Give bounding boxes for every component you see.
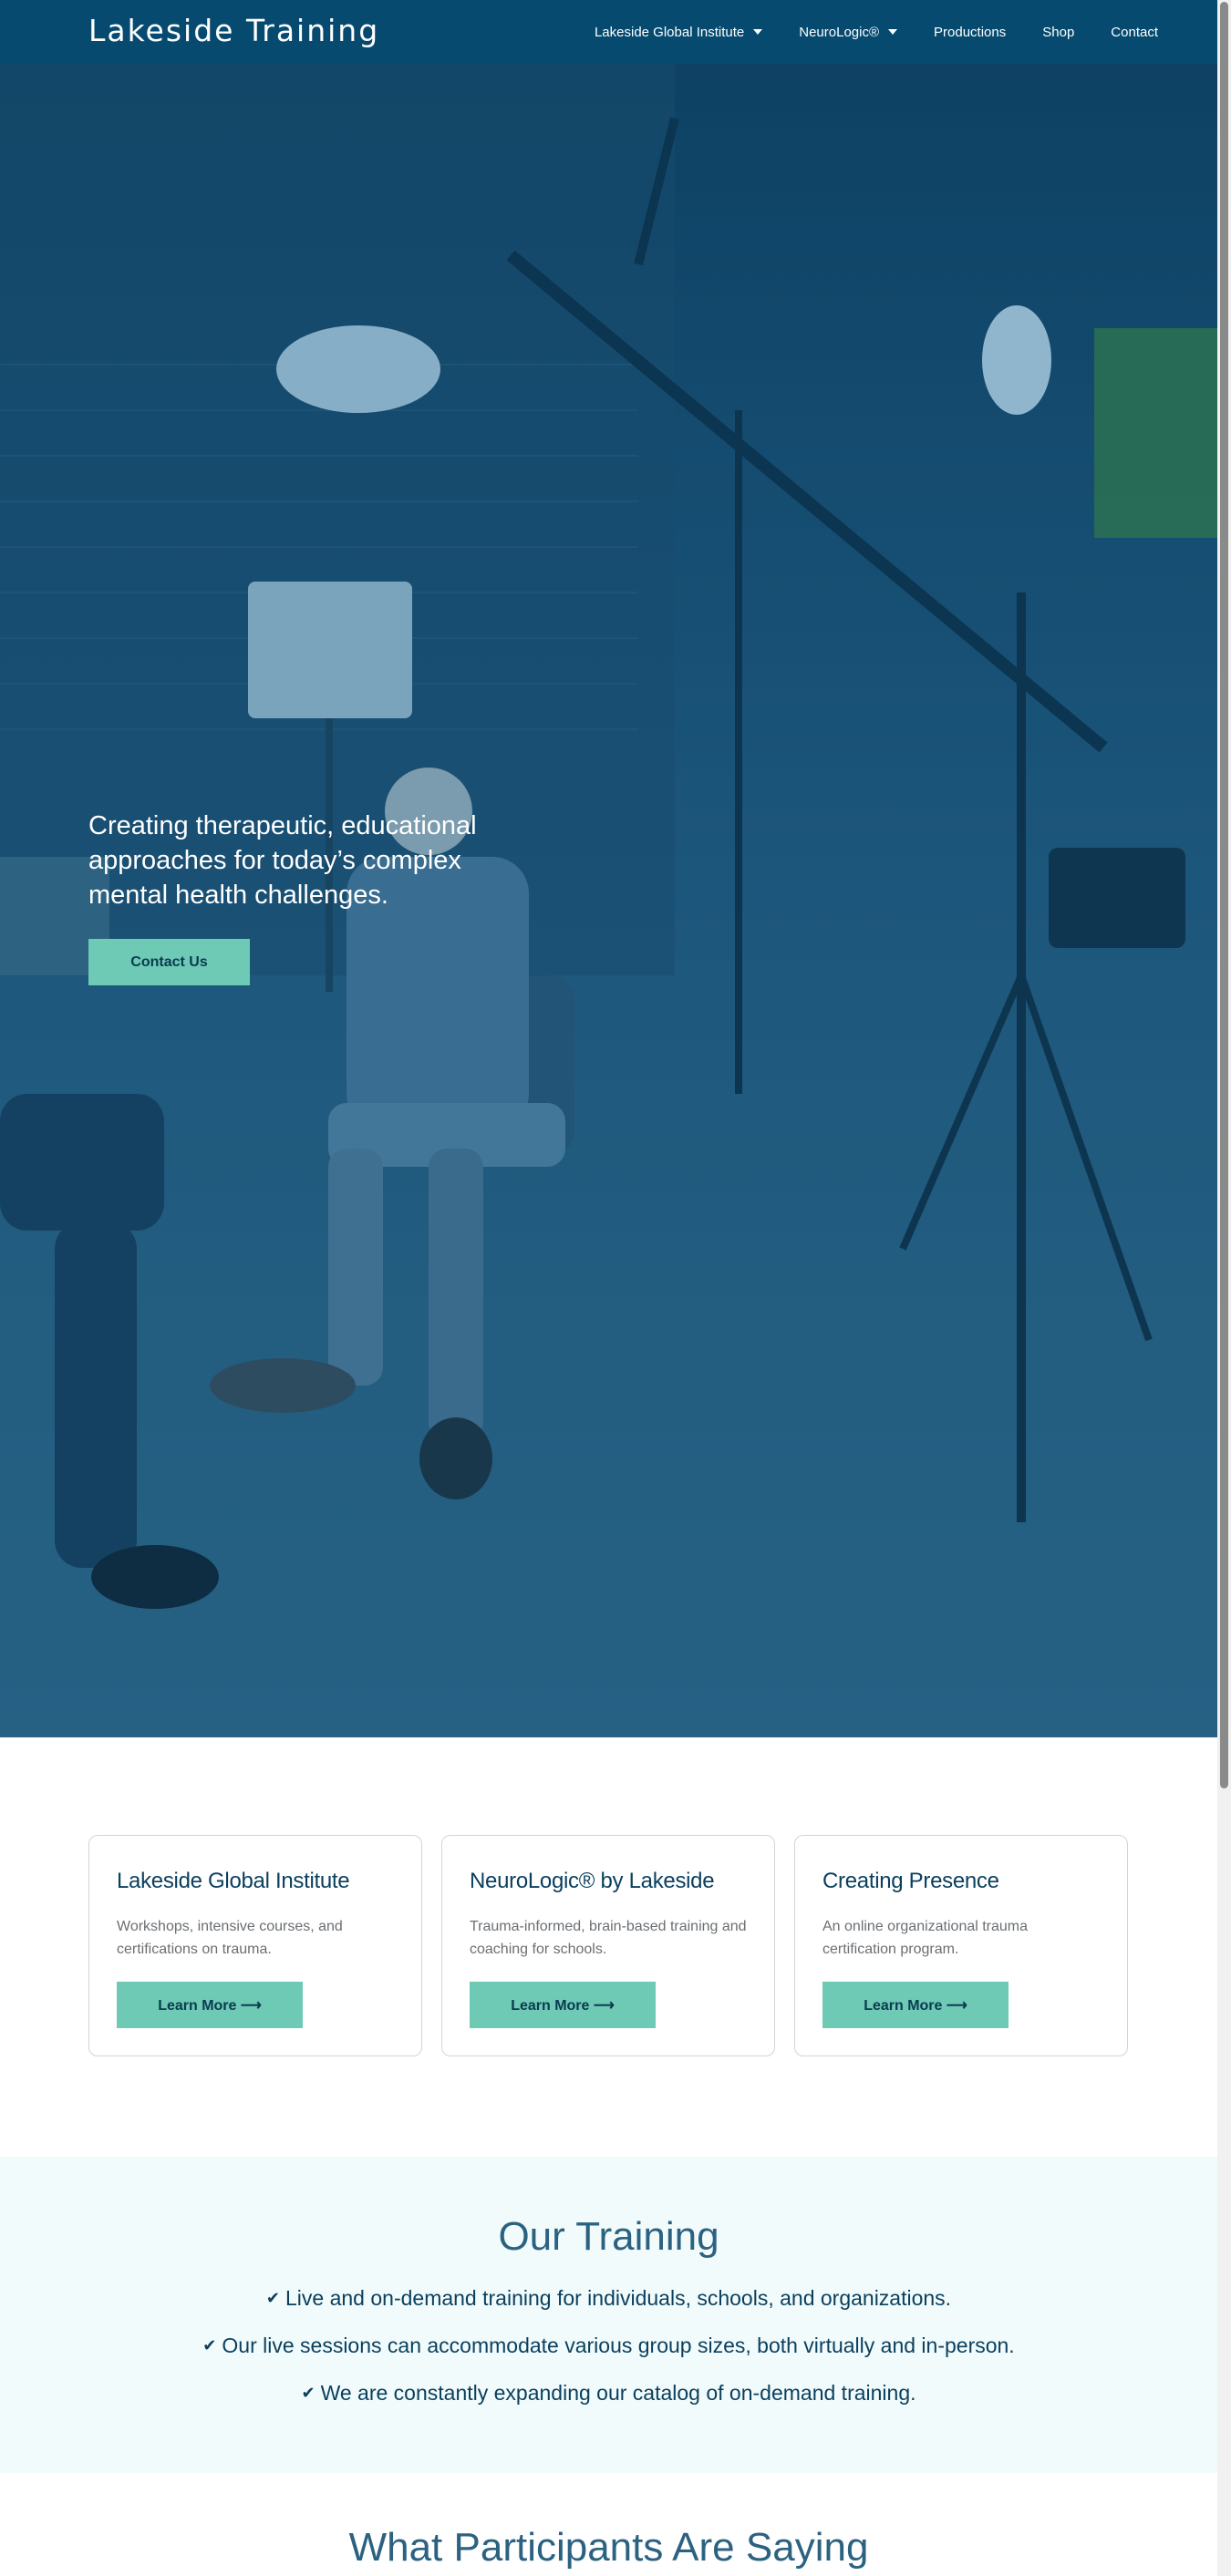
caret-down-icon: [888, 29, 898, 35]
nav-item-lakeside-global-institute[interactable]: Lakeside Global Institute: [594, 24, 763, 40]
nav-item-label: Contact: [1111, 24, 1158, 40]
training-item-text: Live and on-demand training for individu…: [285, 2286, 952, 2310]
training-item: ✔ We are constantly expanding our catalo…: [0, 2369, 1217, 2416]
nav-item-label: Lakeside Global Institute: [594, 24, 745, 40]
learn-more-button[interactable]: Learn More ⟶: [470, 1982, 656, 2028]
training-item-text: We are constantly expanding our catalog …: [320, 2381, 916, 2405]
card-description: Trauma-informed, brain-based training an…: [470, 1919, 747, 1957]
main-nav: Lakeside Global Institute NeuroLogic® Pr…: [595, 0, 1158, 64]
training-item: ✔ Live and on-demand training for indivi…: [0, 2274, 1217, 2322]
check-icon: ✔: [301, 2384, 316, 2402]
card-description: Workshops, intensive courses, and certif…: [117, 1919, 343, 1957]
contact-us-button[interactable]: Contact Us: [88, 939, 250, 985]
nav-item-label: NeuroLogic®: [799, 24, 880, 40]
nav-item-neurologic[interactable]: NeuroLogic®: [799, 24, 898, 40]
card-lakeside-global-institute: Lakeside Global Institute Workshops, int…: [88, 1835, 422, 2056]
learn-more-button[interactable]: Learn More ⟶: [822, 1982, 1009, 2028]
nav-item-label: Productions: [934, 24, 1007, 40]
training-item-text: Our live sessions can accommodate variou…: [222, 2334, 1015, 2357]
nav-item-label: Shop: [1042, 24, 1075, 40]
card-title: Lakeside Global Institute: [117, 1869, 350, 1893]
training-title: Our Training: [498, 2214, 719, 2259]
hero-tagline: Creating therapeutic, educational approa…: [88, 811, 477, 910]
caret-down-icon: [753, 29, 763, 35]
training-item: ✔ Our live sessions can accommodate vari…: [0, 2322, 1217, 2369]
check-icon: ✔: [265, 2289, 281, 2307]
hero-content: Creating therapeutic, educational approa…: [88, 809, 517, 985]
hero-section: Creating therapeutic, educational approa…: [0, 64, 1217, 1737]
scrollbar-thumb[interactable]: [1220, 2, 1228, 1788]
site-header: Lakeside Training Lakeside Global Instit…: [0, 0, 1217, 64]
card-title: Creating Presence: [822, 1869, 999, 1893]
page-scrollbar[interactable]: [1217, 0, 1231, 2576]
card-neurologic: NeuroLogic® by Lakeside Trauma-informed,…: [441, 1835, 775, 2056]
program-cards: Lakeside Global Institute Workshops, int…: [88, 1835, 1128, 2056]
nav-item-productions[interactable]: Productions: [934, 25, 1006, 40]
site-logo[interactable]: Lakeside Training: [88, 13, 379, 48]
card-title: NeuroLogic® by Lakeside: [470, 1869, 715, 1893]
card-description: An online organizational trauma certific…: [822, 1919, 1029, 1957]
nav-item-contact[interactable]: Contact: [1111, 25, 1158, 40]
training-section: Our Training ✔ Live and on-demand traini…: [0, 2157, 1217, 2473]
nav-item-shop[interactable]: Shop: [1042, 25, 1074, 40]
testimonials-title: What Participants Are Saying: [348, 2525, 869, 2570]
check-icon: ✔: [202, 2336, 217, 2354]
learn-more-button[interactable]: Learn More ⟶: [117, 1982, 303, 2028]
card-creating-presence: Creating Presence An online organization…: [794, 1835, 1128, 2056]
